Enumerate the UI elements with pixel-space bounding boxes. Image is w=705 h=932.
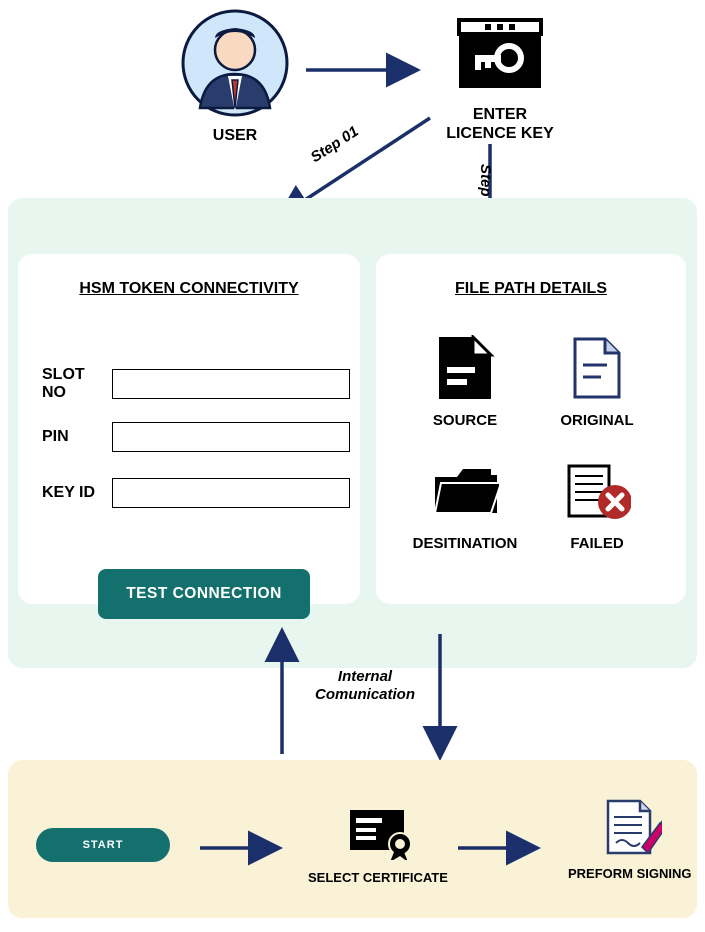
config-panel: HSM TOKEN CONNECTIVITY SLOT NO PIN KEY I… (8, 198, 697, 668)
file-paths-title: FILE PATH DETAILS (376, 280, 686, 298)
perform-signing-item: PREFORM SIGNING (568, 796, 692, 881)
signing-panel: START SELECT CERTIFICATE PREFORM SIGNING (8, 760, 697, 918)
pin-field[interactable] (112, 422, 350, 452)
pin-row: PIN (42, 422, 350, 452)
key-id-field[interactable] (112, 478, 350, 508)
pin-label: PIN (42, 428, 112, 446)
failed-file-icon (563, 460, 631, 522)
failed-label: FAILED (570, 535, 623, 552)
select-certificate-label: SELECT CERTIFICATE (308, 870, 448, 885)
source-file-icon (435, 335, 495, 401)
arrow-cert-to-sign (456, 838, 542, 858)
slot-no-label: SLOT NO (42, 366, 112, 402)
internal-communication-label: InternalComunication (310, 668, 420, 704)
user-avatar-icon (180, 8, 290, 118)
certificate-icon (346, 804, 410, 860)
original-file-icon (569, 335, 625, 401)
licence-key-icon (455, 16, 545, 94)
perform-signing-label: PREFORM SIGNING (568, 866, 692, 881)
destination-item: DESITINATION (404, 457, 526, 552)
key-id-row: KEY ID (42, 478, 350, 508)
start-button[interactable]: START (36, 828, 170, 862)
source-item: SOURCE (404, 334, 526, 429)
hsm-card: HSM TOKEN CONNECTIVITY SLOT NO PIN KEY I… (18, 254, 360, 604)
key-id-label: KEY ID (42, 484, 112, 502)
licence-block: ENTER LICENCE KEY (430, 16, 570, 143)
slot-no-field[interactable] (112, 369, 350, 399)
hsm-card-title: HSM TOKEN CONNECTIVITY (18, 280, 360, 298)
file-paths-grid: SOURCE ORIGINAL DESITINATION FAILED (404, 334, 658, 552)
signing-icon (598, 797, 662, 859)
select-certificate-item: SELECT CERTIFICATE (308, 800, 448, 885)
licence-label: ENTER LICENCE KEY (430, 105, 570, 143)
arrow-internal-down (430, 628, 450, 758)
folder-icon (431, 463, 499, 519)
arrow-start-to-cert (198, 838, 284, 858)
file-paths-card: FILE PATH DETAILS SOURCE ORIGINAL DESITI… (376, 254, 686, 604)
source-label: SOURCE (433, 412, 497, 429)
arrow-internal-up (272, 628, 292, 758)
test-connection-button[interactable]: TEST CONNECTION (98, 569, 310, 619)
original-item: ORIGINAL (536, 334, 658, 429)
arrow-user-to-licence (304, 60, 424, 80)
slot-no-row: SLOT NO (42, 366, 350, 402)
failed-item: FAILED (536, 457, 658, 552)
destination-label: DESITINATION (413, 535, 518, 552)
original-label: ORIGINAL (560, 412, 633, 429)
